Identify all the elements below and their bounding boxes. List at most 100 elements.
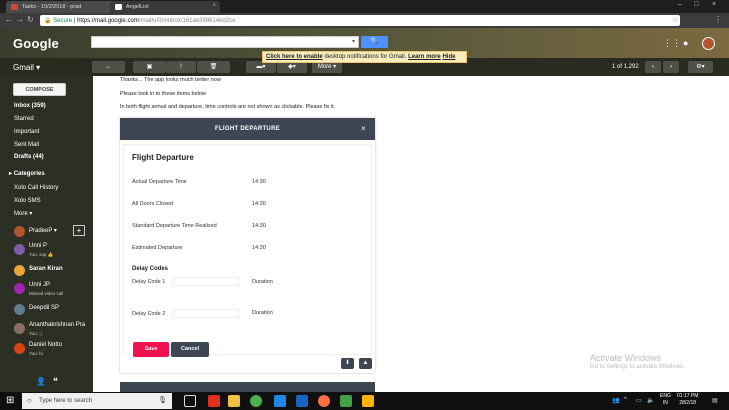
notifications-icon[interactable]: ●	[683, 38, 688, 48]
contact-status: You: :)	[29, 331, 42, 336]
back-arrow-icon[interactable]: ←	[5, 15, 13, 24]
gmail-icon	[11, 4, 18, 10]
pager-text: 1 of 1,292	[612, 64, 639, 70]
maximize-button[interactable]: □	[694, 1, 698, 8]
sidebar-item-xolo-sms[interactable]: Xolo SMS	[14, 198, 41, 204]
archive-button[interactable]: ▣	[133, 61, 166, 73]
search-input[interactable]: ▾	[91, 36, 359, 48]
hide-link[interactable]: Hide	[442, 54, 455, 60]
activate-windows-watermark: Activate Windows Go to Settings to activ…	[590, 353, 685, 370]
file-explorer-icon[interactable]	[228, 395, 240, 407]
app-icon[interactable]	[296, 395, 308, 407]
microphone-icon[interactable]: 🎙	[158, 396, 167, 404]
save-to-drive-icon[interactable]: ▲	[359, 358, 372, 369]
older-button[interactable]: ‹	[645, 61, 661, 73]
account-avatar[interactable]	[702, 37, 715, 50]
report-spam-button[interactable]: !	[166, 61, 196, 73]
list-item[interactable]: Daniel Notto You: hi	[14, 341, 89, 359]
chevron-up-icon[interactable]: ^	[624, 397, 627, 403]
field-label: Estimated Departure	[132, 245, 183, 251]
enable-notifications-link[interactable]: Click here to enable	[266, 54, 323, 60]
tab-title: Tasks - 19/2/2018 - prad	[22, 4, 82, 10]
categories-label: Categories	[13, 171, 45, 177]
angellist-icon	[115, 4, 122, 10]
list-item[interactable]: Unni P You: sup 👍	[14, 242, 89, 260]
sidebar-item-important[interactable]: Important	[14, 129, 39, 135]
avatar	[14, 283, 25, 294]
embedded-app-screenshot[interactable]: FLIGHT DEPARTURE × Flight Departure Actu…	[120, 118, 375, 373]
back-to-inbox-button[interactable]: ←	[92, 61, 125, 73]
volume-icon[interactable]: 🔈	[647, 397, 654, 404]
clock[interactable]: 01:17 PM 28/2/18	[677, 393, 698, 407]
people-icon[interactable]: 👥	[612, 397, 619, 404]
cancel-button: Cancel	[171, 342, 209, 357]
tab-title: AngelList	[126, 4, 149, 10]
delete-button[interactable]: 🗑	[197, 61, 230, 73]
person-icon[interactable]: 👤	[36, 377, 46, 386]
taskbar-search-input[interactable]: ○ Type here to search 🎙	[22, 393, 172, 409]
action-center-icon[interactable]: ▤	[712, 397, 718, 404]
windows-start-icon[interactable]: ⊞	[6, 395, 14, 406]
chrome-menu-icon[interactable]: ⋮	[714, 15, 722, 24]
taskbar-search-placeholder: Type here to search	[39, 398, 93, 404]
alert-icon: !	[180, 64, 182, 70]
contact-status: You: sup 👍	[29, 252, 54, 257]
list-item[interactable]: Deepdil SP	[14, 302, 89, 320]
url-path: /mail/u/0/#inbox/161ae398614ed2ce	[138, 18, 236, 24]
watermark-title: Activate Windows	[590, 353, 662, 363]
delay-codes-heading: Delay Codes	[132, 266, 169, 272]
minimize-button[interactable]: –	[678, 1, 682, 8]
close-window-button[interactable]: ×	[712, 1, 716, 8]
list-item[interactable]: Ananthakrishnan Pra You: :)	[14, 321, 89, 339]
secure-label: Secure	[53, 18, 73, 24]
second-attachment[interactable]	[120, 382, 375, 392]
task-view-icon[interactable]	[184, 395, 196, 407]
forward-arrow-icon[interactable]: →	[16, 15, 24, 24]
chevron-down-icon[interactable]: ▾	[352, 38, 355, 45]
hangouts-icon[interactable]: ❝	[53, 376, 58, 387]
settings-button[interactable]: ⚙▾	[688, 61, 713, 73]
star-icon[interactable]: ☆	[672, 16, 678, 24]
newer-button[interactable]: ›	[663, 61, 679, 73]
battery-icon[interactable]: ▭	[636, 397, 642, 404]
vscode-icon[interactable]	[274, 395, 286, 407]
email-body: Thanks... The app looks much better now …	[93, 76, 729, 392]
sidebar-item-starred[interactable]: Starred	[14, 116, 34, 122]
chrome-icon[interactable]	[250, 395, 262, 407]
gmail-menu[interactable]: Gmail ▾	[13, 63, 40, 72]
lang-region: IN	[662, 400, 668, 406]
filezilla-icon[interactable]	[208, 395, 220, 407]
sidebar-item-xolo-call-history[interactable]: Xolo Call History	[14, 185, 58, 191]
app-icon[interactable]	[362, 395, 374, 407]
google-logo[interactable]: Google	[13, 36, 59, 51]
reload-icon[interactable]: ↻	[27, 15, 34, 24]
contact-name: Unni P	[29, 243, 48, 249]
apps-grid-icon[interactable]: ⋮⋮	[663, 38, 681, 49]
delay-code-input	[172, 277, 239, 286]
sidebar-item-categories[interactable]: ▸ Categories	[9, 170, 45, 177]
sidebar-item-more[interactable]: More ▾	[14, 210, 32, 217]
field-label: All Doors Closed	[132, 201, 173, 207]
address-bar[interactable]: 🔒 Secure | https://mail.google.com/mail/…	[40, 15, 680, 26]
field-label: Actual Departure Time	[132, 179, 187, 185]
close-icon[interactable]: ×	[212, 3, 216, 9]
avatar	[14, 343, 25, 354]
browser-tab-angellist[interactable]: AngelList ×	[110, 1, 220, 13]
learn-more-link[interactable]: Learn more	[408, 54, 441, 60]
search-button[interactable]: 🔍	[361, 36, 388, 48]
new-conversation-button[interactable]: +	[73, 225, 85, 236]
list-item[interactable]: Saran Kiran	[14, 263, 89, 281]
language-indicator[interactable]: ENG IN	[660, 393, 671, 407]
field-label: Standard Departure Time Realized	[132, 223, 217, 229]
notification-text: desktop notifications for Gmail.	[322, 54, 407, 60]
browser-tab-gmail[interactable]: Tasks - 19/2/2018 - prad ×	[6, 1, 121, 13]
download-icon[interactable]: ⬇	[341, 358, 354, 369]
hangouts-user-name: PradeeP ▾	[29, 228, 57, 234]
sidebar-item-drafts[interactable]: Drafts (44)	[14, 154, 44, 160]
sidebar-item-inbox[interactable]: Inbox (359)	[14, 103, 46, 109]
sidebar-item-sent[interactable]: Sent Mail	[14, 142, 39, 148]
list-item[interactable]: Unni JP Missed video call	[14, 281, 89, 299]
app-icon[interactable]	[318, 395, 330, 407]
compose-button[interactable]: COMPOSE	[13, 83, 66, 96]
app-icon[interactable]	[340, 395, 352, 407]
